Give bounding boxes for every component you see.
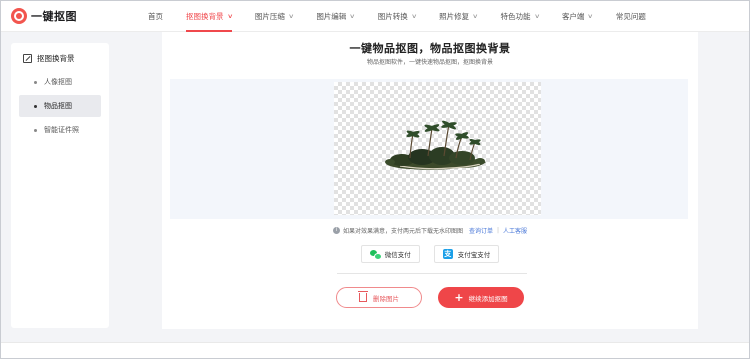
app-name: 一键抠图	[31, 10, 77, 23]
footer-strip	[1, 342, 749, 358]
trash-icon	[358, 291, 368, 302]
delete-image-button[interactable]: 删除图片	[336, 287, 422, 308]
nav-item-label: 图片转换	[377, 11, 408, 21]
wechat-icon	[369, 249, 382, 260]
chevron-down-icon: ∨	[472, 12, 479, 20]
info-icon: i	[332, 227, 340, 234]
alipay-button[interactable]: 支 支付宝支付	[433, 245, 500, 263]
sidebar-item-portrait-cutout[interactable]: 人像抠图	[19, 71, 101, 93]
sidebar-heading: 抠图换背景	[11, 45, 109, 71]
sidebar-heading-label: 抠图换背景	[37, 53, 75, 63]
wechat-pay-label: 微信支付	[384, 251, 411, 259]
nav-item-label: 抠图换背景	[186, 11, 224, 21]
nav-item-label: 常见问题	[615, 11, 646, 21]
nav-item-label: 特色功能	[500, 11, 531, 21]
main-panel: 一键物品抠图，物品抠图换背景 物品抠图软件，一键快速物品抠图，抠图换背景 i 如…	[162, 32, 698, 329]
sidebar: 抠图换背景 人像抠图 物品抠图 智能证件照	[11, 43, 109, 328]
customer-service-link[interactable]: 人工客服	[503, 226, 527, 235]
nav-item[interactable]: 照片修复 ∨	[439, 1, 479, 32]
download-notice: i 如果对效果满意，支付两元后下载无水印图图 查询订单 | 人工客服	[162, 226, 698, 235]
chevron-down-icon: ∨	[533, 12, 540, 20]
alipay-label: 支付宝支付	[457, 251, 491, 259]
chevron-down-icon: ∨	[410, 12, 418, 20]
top-navbar: 一键抠图 首页 抠图换背景 ∨ 图片压缩 ∨ 图片编辑 ∨ 图片转换 ∨ 照片修复 ∨ 特色功能 ∨ 客户…	[1, 1, 749, 32]
main-nav: 首页 抠图换背景 ∨ 图片压缩 ∨ 图片编辑 ∨ 图片转换 ∨ 照片修复 ∨ 特色功能 ∨ 客户端 ∨ 常见问…	[148, 1, 646, 32]
bullet-icon	[34, 104, 37, 108]
page-title: 一键物品抠图，物品抠图换背景	[349, 42, 511, 55]
nav-item[interactable]: 图片编辑 ∨	[316, 1, 356, 32]
alipay-icon: 支	[442, 249, 453, 259]
wechat-pay-button[interactable]: 微信支付	[360, 245, 420, 263]
chevron-down-icon: ∨	[349, 12, 356, 20]
nav-item[interactable]: 特色功能 ∨	[500, 1, 540, 32]
nav-item-label: 照片修复	[439, 11, 470, 21]
action-buttons: 删除图片 + 继续添加抠图	[162, 287, 698, 308]
nav-item[interactable]: 图片压缩 ∨	[254, 1, 295, 32]
chevron-down-icon: ∨	[226, 12, 233, 20]
query-order-link[interactable]: 查询订单	[469, 226, 493, 235]
plus-icon: +	[454, 291, 464, 304]
sidebar-item-label: 智能证件照	[44, 126, 79, 134]
logo-icon	[11, 8, 27, 24]
nav-item[interactable]: 首页	[148, 1, 163, 32]
sidebar-item-label: 人像抠图	[44, 78, 72, 86]
sidebar-item-object-cutout[interactable]: 物品抠图	[19, 95, 101, 117]
sidebar-item-label: 物品抠图	[44, 102, 72, 110]
payment-options: 微信支付 支 支付宝支付	[162, 245, 698, 263]
result-preview-area	[170, 79, 688, 219]
bullet-icon	[34, 80, 37, 84]
transparent-canvas	[334, 82, 541, 215]
add-cutout-label: 继续添加抠图	[468, 294, 508, 303]
nav-item-label: 客户端	[561, 11, 585, 21]
link-separator: |	[496, 227, 500, 234]
divider	[337, 273, 527, 274]
nav-item[interactable]: 图片转换 ∨	[377, 1, 418, 32]
nav-item[interactable]: 抠图换背景 ∨	[186, 1, 233, 32]
nav-item[interactable]: 客户端 ∨	[561, 1, 594, 32]
app-logo[interactable]: 一键抠图	[11, 8, 126, 24]
page-subtitle: 物品抠图软件，一键快速物品抠图，抠图换背景	[366, 59, 493, 66]
delete-image-label: 删除图片	[373, 294, 399, 303]
nav-item[interactable]: 常见问题	[616, 1, 646, 32]
bullet-icon	[34, 128, 37, 132]
add-cutout-button[interactable]: + 继续添加抠图	[438, 287, 524, 308]
chevron-down-icon: ∨	[587, 12, 594, 20]
sidebar-item-id-photo[interactable]: 智能证件照	[19, 119, 101, 141]
chevron-down-icon: ∨	[288, 12, 295, 20]
nav-item-label: 首页	[148, 11, 163, 21]
nav-item-label: 图片编辑	[316, 11, 347, 21]
cutout-icon	[23, 53, 32, 63]
notice-text: 如果对效果满意，支付两元后下载无水印图图	[342, 228, 463, 235]
nav-item-label: 图片压缩	[254, 11, 285, 21]
cutout-result-image	[385, 120, 486, 170]
